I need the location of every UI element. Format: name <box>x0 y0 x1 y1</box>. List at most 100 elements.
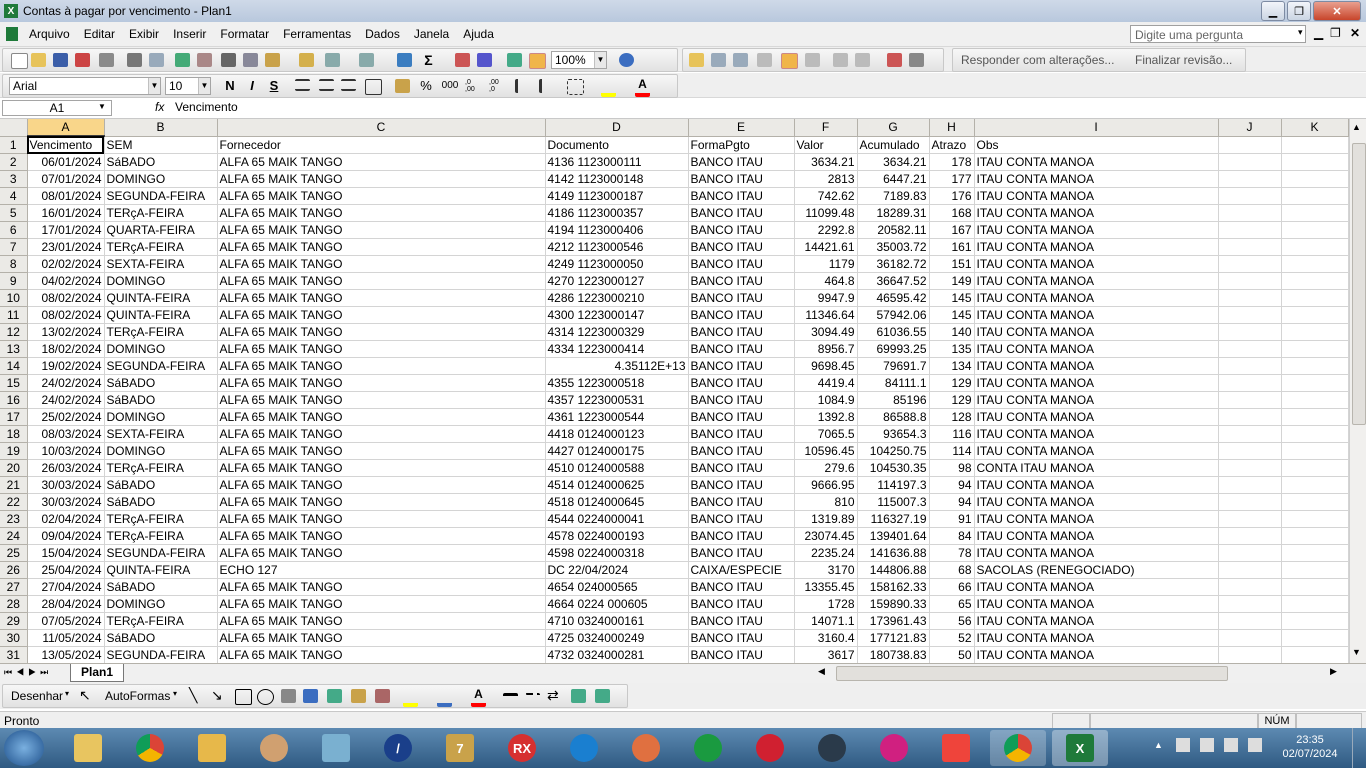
cell[interactable] <box>1281 272 1349 290</box>
cell[interactable] <box>1218 187 1282 205</box>
cell[interactable]: BANCO ITAU <box>688 255 795 273</box>
cell[interactable]: 180738.83 <box>857 646 930 664</box>
fill-color-icon[interactable] <box>601 79 616 97</box>
cell[interactable]: ITAU CONTA MANOA <box>974 391 1219 409</box>
cell[interactable]: 10/03/2024 <box>27 442 105 460</box>
cell[interactable]: BANCO ITAU <box>688 493 795 511</box>
cell[interactable]: 4664 0224 000605 <box>545 595 689 613</box>
chevron-down-icon[interactable]: ▼ <box>98 102 106 111</box>
cell[interactable]: ALFA 65 MAIK TANGO <box>217 612 546 630</box>
cell[interactable]: 145 <box>929 289 975 307</box>
cell[interactable] <box>1281 629 1349 647</box>
cell[interactable]: 2235.24 <box>794 544 858 562</box>
menu-inserir[interactable]: Inserir <box>166 27 213 41</box>
cell[interactable]: 52 <box>929 629 975 647</box>
cell[interactable] <box>1218 629 1282 647</box>
cell[interactable] <box>1281 425 1349 443</box>
review-prev-icon[interactable] <box>833 53 848 67</box>
cell[interactable]: 144806.88 <box>857 561 930 579</box>
cell[interactable] <box>1218 238 1282 256</box>
cell[interactable]: 4654 024000565 <box>545 578 689 596</box>
cell[interactable]: 09/04/2024 <box>27 527 105 545</box>
tray-network-icon[interactable] <box>1224 738 1238 752</box>
cell[interactable]: 140 <box>929 323 975 341</box>
cell[interactable]: BANCO ITAU <box>688 510 795 528</box>
column-header-i[interactable]: I <box>974 119 1219 137</box>
tray-volume-icon[interactable] <box>1248 738 1262 752</box>
cell[interactable]: ALFA 65 MAIK TANGO <box>217 374 546 392</box>
cell[interactable]: 25/04/2024 <box>27 561 105 579</box>
tray-flag-icon[interactable] <box>1176 738 1190 752</box>
menu-ferramentas[interactable]: Ferramentas <box>276 27 358 41</box>
cell[interactable]: 9947.9 <box>794 289 858 307</box>
cell[interactable]: 14421.61 <box>794 238 858 256</box>
cell[interactable]: 46595.42 <box>857 289 930 307</box>
align-center-icon[interactable] <box>319 79 334 91</box>
cell[interactable]: Vencimento <box>27 136 105 154</box>
cell[interactable]: ALFA 65 MAIK TANGO <box>217 408 546 426</box>
cell[interactable]: 08/01/2024 <box>27 187 105 205</box>
cell[interactable]: 19/02/2024 <box>27 357 105 375</box>
cell[interactable]: 14071.1 <box>794 612 858 630</box>
cell[interactable] <box>1281 204 1349 222</box>
row-header[interactable]: 10 <box>0 289 28 307</box>
cell[interactable]: BANCO ITAU <box>688 357 795 375</box>
cell[interactable]: 25/02/2024 <box>27 408 105 426</box>
taskbar-app6[interactable]: / <box>370 730 426 766</box>
cell[interactable]: ITAU CONTA MANOA <box>974 306 1219 324</box>
font-color-icon[interactable]: A <box>635 78 650 97</box>
cell[interactable]: 28/04/2024 <box>27 595 105 613</box>
cell[interactable]: 1392.8 <box>794 408 858 426</box>
increase-indent-icon[interactable] <box>539 79 557 93</box>
chevron-down-icon[interactable]: ▾ <box>65 689 69 698</box>
cell[interactable]: 4427 0124000175 <box>545 442 689 460</box>
cell[interactable]: 3634.21 <box>857 153 930 171</box>
taskbar-app12[interactable] <box>742 730 798 766</box>
cell[interactable]: 4212 1123000546 <box>545 238 689 256</box>
autoshapes-button[interactable]: AutoFormas <box>105 689 170 703</box>
row-header[interactable]: 24 <box>0 527 28 545</box>
cell[interactable]: ITAU CONTA MANOA <box>974 272 1219 290</box>
track-changes-icon[interactable] <box>887 53 902 67</box>
cell[interactable] <box>1281 255 1349 273</box>
align-right-icon[interactable] <box>341 79 356 91</box>
cell[interactable] <box>1281 561 1349 579</box>
cell[interactable] <box>1218 595 1282 613</box>
cell[interactable]: 279.6 <box>794 459 858 477</box>
cell[interactable]: DOMINGO <box>104 408 218 426</box>
cell[interactable]: 20582.11 <box>857 221 930 239</box>
cell[interactable]: 27/04/2024 <box>27 578 105 596</box>
help-dropdown-icon[interactable]: ▾ <box>1298 27 1303 38</box>
cell[interactable] <box>1281 170 1349 188</box>
cell[interactable]: BANCO ITAU <box>688 527 795 545</box>
row-header[interactable]: 4 <box>0 187 28 205</box>
permission-icon[interactable] <box>75 53 90 67</box>
cell[interactable] <box>1281 289 1349 307</box>
taskbar-app10[interactable] <box>618 730 674 766</box>
cell[interactable]: ITAU CONTA MANOA <box>974 238 1219 256</box>
cell[interactable]: ITAU CONTA MANOA <box>974 408 1219 426</box>
cell[interactable]: SáBADO <box>104 493 218 511</box>
cell[interactable]: ALFA 65 MAIK TANGO <box>217 357 546 375</box>
cell[interactable]: Documento <box>545 136 689 154</box>
row-header[interactable]: 5 <box>0 204 28 222</box>
cell[interactable]: 18289.31 <box>857 204 930 222</box>
clipart-icon[interactable] <box>351 689 366 703</box>
cell[interactable]: ALFA 65 MAIK TANGO <box>217 527 546 545</box>
cell[interactable]: 4418 0124000123 <box>545 425 689 443</box>
column-header-d[interactable]: D <box>545 119 689 137</box>
cell[interactable]: 176 <box>929 187 975 205</box>
italic-button[interactable]: I <box>243 78 261 93</box>
column-header-a[interactable]: A <box>27 119 105 137</box>
cell[interactable]: TERçA-FEIRA <box>104 323 218 341</box>
font-size-select[interactable]: 10 ▼ <box>165 77 211 95</box>
cell[interactable]: 129 <box>929 391 975 409</box>
cell[interactable]: 4355 1223000518 <box>545 374 689 392</box>
cell[interactable] <box>1218 272 1282 290</box>
cell[interactable]: 1728 <box>794 595 858 613</box>
cell[interactable]: ALFA 65 MAIK TANGO <box>217 204 546 222</box>
cell[interactable]: 128 <box>929 408 975 426</box>
cell[interactable]: ITAU CONTA MANOA <box>974 629 1219 647</box>
merge-center-icon[interactable] <box>365 79 382 95</box>
thousands-button[interactable]: 000 <box>439 80 461 91</box>
